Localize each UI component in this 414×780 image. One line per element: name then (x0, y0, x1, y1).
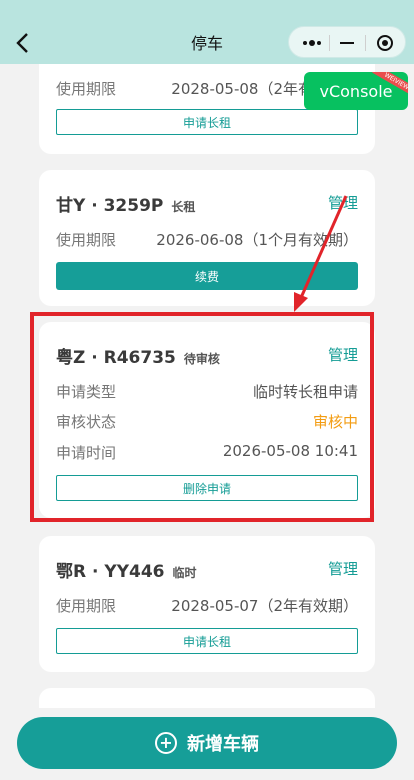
vehicle-card: 粤Z · R46735 待审核 管理 申请类型 临时转长租申请 审核状态 审核中 … (39, 322, 375, 518)
plate-number: 甘Y · 3259P 长租 (56, 191, 195, 216)
add-vehicle-button[interactable]: + 新增车辆 (17, 717, 397, 769)
application-time-row: 申请时间 2026-05-08 10:41 (56, 442, 358, 463)
row-label: 使用期限 (56, 597, 117, 615)
row-label: 使用期限 (56, 80, 117, 98)
row-value: 2026-06-08（1个月有效期） (156, 231, 358, 249)
plate-text: 鄂R · YY446 (56, 562, 165, 582)
plate-text: 甘Y · 3259P (56, 196, 164, 216)
manage-link[interactable]: 管理 (328, 558, 358, 579)
record-circle-icon[interactable] (369, 27, 401, 59)
row-value: 2028-05-07（2年有效期） (171, 597, 358, 615)
nav-bar: 停车 (0, 0, 414, 64)
status-badge: 长租 (171, 200, 196, 214)
plate-number: 粤Z · R46735 待审核 (56, 343, 220, 368)
row-value: 审核中 (312, 413, 358, 431)
renew-button[interactable]: 续费 (56, 262, 358, 290)
vehicle-card: 鄂R · YY446 临时 管理 使用期限 2028-05-07（2年有效期） 申… (39, 536, 375, 672)
apply-long-term-button[interactable]: 申请长租 (56, 628, 358, 654)
row-value: 2026-05-08 10:41 (222, 442, 358, 460)
row-label: 使用期限 (56, 231, 117, 249)
add-vehicle-label: 新增车辆 (187, 734, 259, 755)
plate-number: 鄂R · YY446 临时 (56, 557, 197, 582)
manage-link[interactable]: 管理 (328, 344, 358, 365)
apply-long-term-button[interactable]: 申请长租 (56, 109, 358, 135)
application-type-row: 申请类型 临时转长租申请 (56, 381, 358, 402)
delete-application-button[interactable]: 删除申请 (56, 475, 358, 501)
manage-link[interactable]: 管理 (328, 192, 358, 213)
vehicle-list[interactable]: 使用期限 2028-05-08（2年有效期） 申请长租 甘Y · 3259P 长租… (0, 64, 414, 780)
vehicle-card: 甘Y · 3259P 长租 管理 使用期限 2026-06-08（1个月有效期） … (39, 170, 375, 306)
review-status-row: 审核状态 审核中 (56, 411, 358, 432)
plate-text: 粤Z · R46735 (56, 348, 176, 368)
validity-row: 使用期限 2026-06-08（1个月有效期） (56, 229, 358, 250)
row-label: 申请时间 (56, 444, 117, 462)
more-dots-icon[interactable] (299, 27, 325, 59)
row-label: 审核状态 (56, 413, 117, 431)
minus-icon[interactable] (333, 27, 361, 59)
plus-circle-icon: + (155, 732, 177, 754)
vconsole-button[interactable]: vConsole WEIVIEW (304, 72, 408, 110)
vconsole-label: vConsole (319, 81, 393, 101)
row-value: 临时转长租申请 (252, 383, 358, 401)
status-badge: 待审核 (183, 352, 220, 366)
validity-row: 使用期限 2028-05-07（2年有效期） (56, 595, 358, 616)
row-label: 申请类型 (56, 383, 117, 401)
mini-program-capsule (288, 26, 406, 58)
status-badge: 临时 (172, 566, 197, 580)
